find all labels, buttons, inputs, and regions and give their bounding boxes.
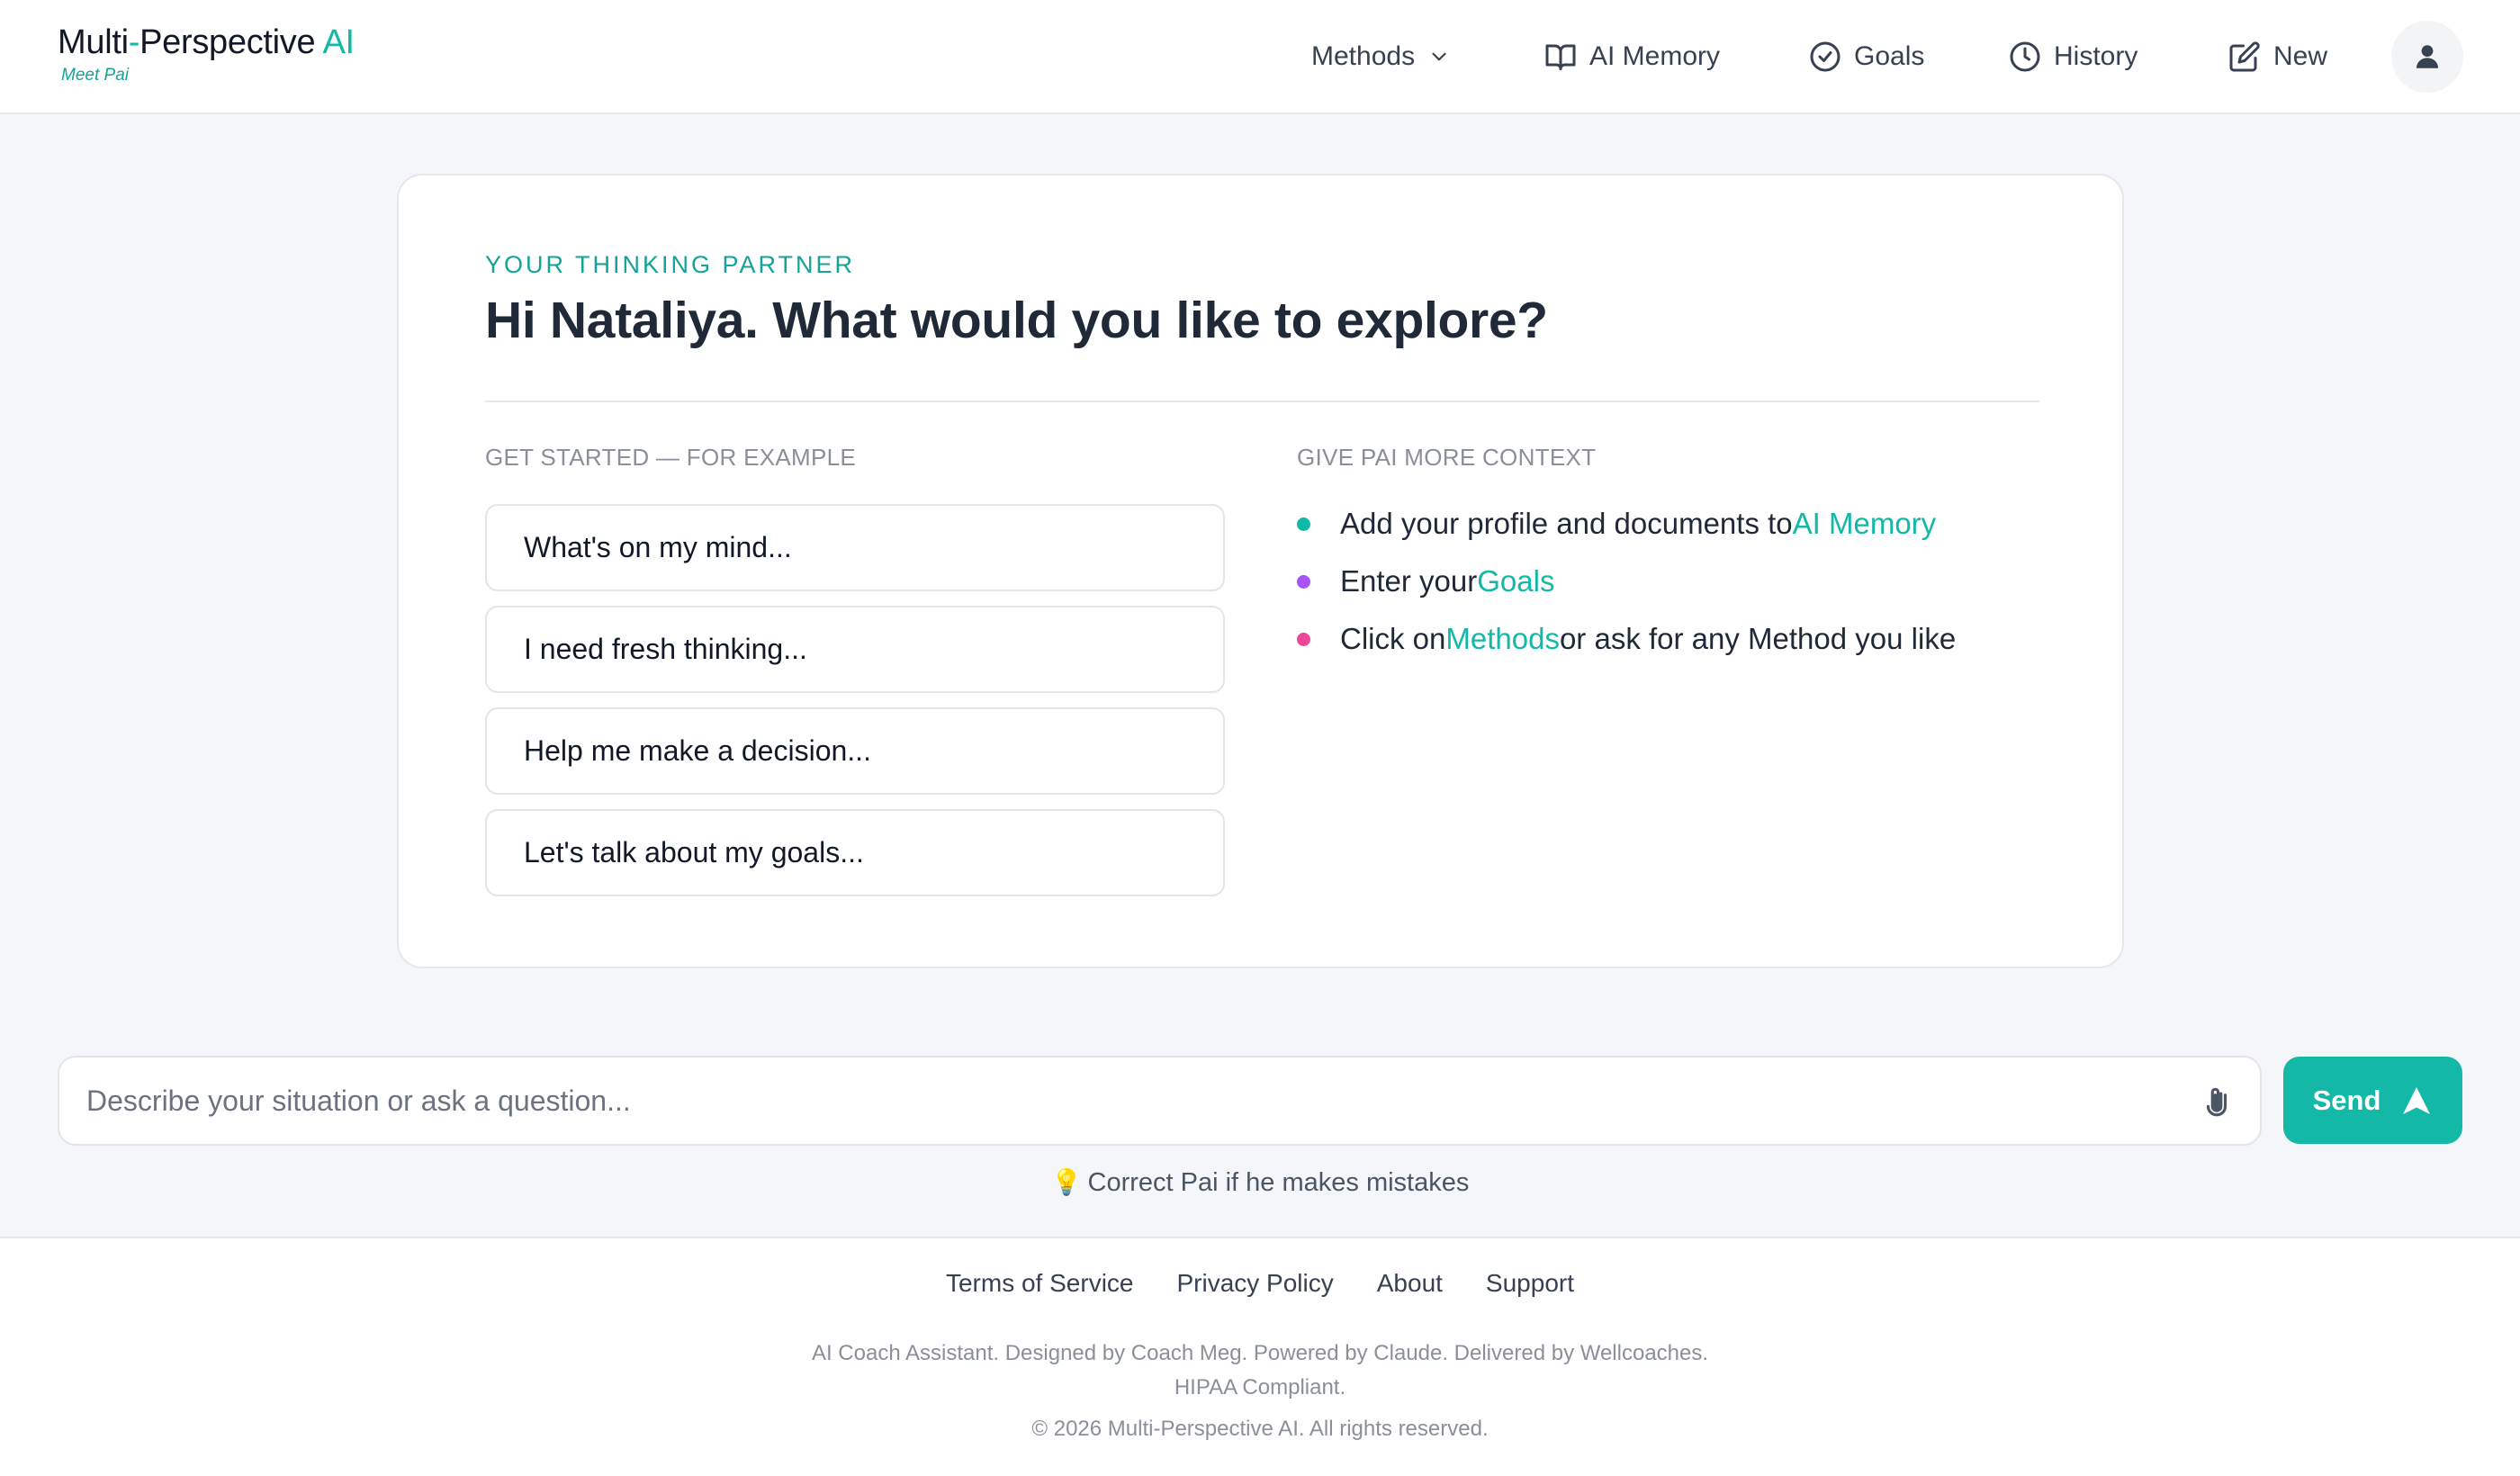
edit-icon	[2229, 40, 2260, 71]
message-input[interactable]	[86, 1058, 2156, 1144]
terms-link[interactable]: Terms of Service	[946, 1269, 1134, 1298]
nav-ai-memory-label: AI Memory	[1589, 40, 1721, 71]
bullet-dot	[1297, 574, 1310, 589]
example-prompt-button[interactable]: Help me make a decision...	[485, 707, 1225, 795]
nav-new-chat[interactable]: New	[2228, 0, 2327, 112]
nav-goals[interactable]: Goals	[1809, 0, 1924, 112]
nav-goals-label: Goals	[1854, 40, 1925, 71]
goals-link[interactable]: Goals	[1477, 564, 1554, 598]
footer-credits: AI Coach Assistant. Designed by Coach Me…	[811, 1341, 1709, 1365]
app-logo[interactable]: Multi-Perspective AI Meet Pai	[58, 23, 355, 86]
chevron-down-icon	[1432, 52, 1446, 60]
eyebrow-label: YOUR THINKING PARTNER	[485, 251, 856, 278]
example-prompt-button[interactable]: Let's talk about my goals...	[485, 809, 1225, 896]
bullet-dot	[1297, 517, 1310, 531]
context-item-methods: Click on Methods or ask for any Method y…	[1297, 622, 1956, 656]
message-composer	[58, 1056, 2262, 1146]
context-text: or ask for any Method you like	[1559, 622, 1957, 655]
context-item-goals: Enter your Goals	[1297, 564, 1554, 598]
context-text: Click on	[1340, 622, 1446, 655]
logo-subtitle: Meet Pai	[61, 66, 129, 85]
about-link[interactable]: About	[1377, 1269, 1443, 1298]
examples-label: GET STARTED — FOR EXAMPLE	[485, 444, 857, 471]
footer-links: Terms of Service Privacy Policy About Su…	[0, 1269, 2520, 1298]
user-avatar-button[interactable]	[2391, 21, 2463, 93]
context-text: Enter your	[1340, 564, 1478, 598]
nav-new-label: New	[2273, 40, 2328, 71]
nav-methods[interactable]: Methods	[1311, 0, 1451, 112]
nav-ai-memory[interactable]: AI Memory	[1544, 0, 1720, 112]
logo-part1: Multi	[58, 23, 129, 61]
logo-dash: -	[128, 23, 140, 61]
ai-memory-link[interactable]: AI Memory	[1793, 507, 1937, 541]
logo-ai: AI	[322, 23, 356, 61]
page-title: Hi Nataliya. What would you like to expl…	[485, 292, 1548, 349]
context-label: GIVE PAI MORE CONTEXT	[1297, 444, 1597, 471]
context-text: Add your profile and documents to	[1340, 507, 1793, 540]
hint-text: Correct Pai if he makes mistakes	[1087, 1168, 1470, 1197]
send-label: Send	[2312, 1084, 2381, 1116]
nav-history-label: History	[2054, 40, 2138, 71]
logo-title: Multi-Perspective AI	[58, 23, 355, 62]
nav-history[interactable]: History	[2009, 0, 2138, 112]
composer-hint: 💡 Correct Pai if he makes mistakes	[0, 1167, 2520, 1198]
context-item-memory: Add your profile and documents to AI Mem…	[1297, 507, 1936, 541]
lightbulb-icon: 💡	[1050, 1168, 1083, 1196]
divider	[485, 400, 2039, 402]
example-prompt-button[interactable]: I need fresh thinking...	[485, 606, 1225, 693]
user-icon	[2416, 45, 2439, 68]
footer-copyright: © 2026 Multi-Perspective AI. All rights …	[1031, 1417, 1489, 1441]
send-arrow-icon	[2403, 1086, 2431, 1114]
page-footer: Terms of Service Privacy Policy About Su…	[0, 1237, 2520, 1476]
send-button[interactable]: Send	[2283, 1057, 2462, 1144]
top-header: Multi-Perspective AI Meet Pai Methods AI…	[0, 0, 2520, 114]
example-prompt-button[interactable]: What's on my mind...	[485, 504, 1225, 591]
welcome-card: YOUR THINKING PARTNER Hi Nataliya. What …	[397, 174, 2124, 968]
methods-link[interactable]: Methods	[1445, 622, 1560, 656]
footer-compliance: HIPAA Compliant.	[1174, 1375, 1346, 1400]
bullet-dot	[1297, 632, 1310, 646]
privacy-link[interactable]: Privacy Policy	[1176, 1269, 1333, 1298]
nav-methods-label: Methods	[1311, 40, 1416, 71]
check-circle-icon	[1810, 41, 1840, 71]
support-link[interactable]: Support	[1486, 1269, 1574, 1298]
clock-icon	[2010, 41, 2040, 71]
book-open-icon	[1545, 44, 1576, 70]
paperclip-icon[interactable]	[2200, 1083, 2234, 1119]
logo-part2: Perspective	[140, 23, 323, 61]
